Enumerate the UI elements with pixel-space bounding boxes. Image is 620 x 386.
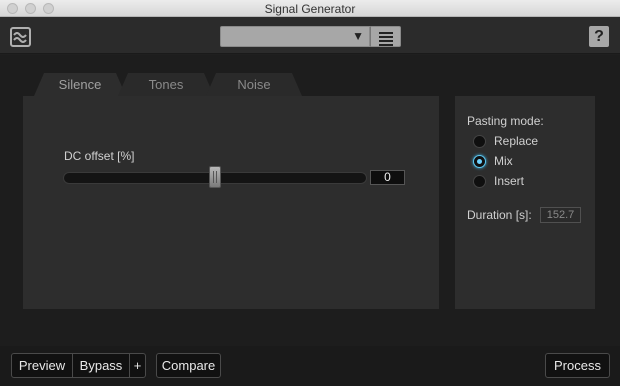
tab-noise[interactable]: Noise bbox=[206, 73, 302, 96]
radio-replace[interactable]: Replace bbox=[473, 134, 538, 148]
radio-button[interactable] bbox=[473, 134, 486, 148]
process-button[interactable]: Process bbox=[545, 353, 610, 378]
radio-label: Mix bbox=[494, 154, 513, 168]
pasting-mode-panel: Pasting mode: Replace Mix Insert Duratio… bbox=[455, 96, 595, 309]
preview-button[interactable]: Preview bbox=[11, 353, 73, 378]
duration-field[interactable]: 152.7 bbox=[540, 207, 581, 223]
preset-menu-button[interactable] bbox=[370, 26, 401, 47]
duration-label: Duration [s]: bbox=[467, 208, 532, 222]
radio-button[interactable] bbox=[473, 174, 486, 188]
radio-label: Replace bbox=[494, 134, 539, 148]
footer-bar: Preview Bypass + Compare Process bbox=[0, 346, 620, 386]
main-area: Silence Tones Noise DC offset [%] 0 Past… bbox=[0, 55, 620, 346]
pasting-mode-title: Pasting mode: bbox=[467, 114, 544, 128]
silence-panel: DC offset [%] 0 bbox=[23, 96, 439, 309]
compare-button[interactable]: Compare bbox=[156, 353, 221, 378]
dc-offset-value-field[interactable]: 0 bbox=[370, 170, 405, 185]
tab-silence[interactable]: Silence bbox=[34, 73, 126, 96]
bypass-options-button[interactable]: + bbox=[129, 353, 146, 378]
preset-dropdown[interactable]: ▼ bbox=[220, 26, 370, 47]
window-title: Signal Generator bbox=[264, 2, 356, 16]
window-titlebar: Signal Generator bbox=[0, 0, 620, 17]
chevron-down-icon: ▼ bbox=[352, 29, 364, 43]
help-button[interactable]: ? bbox=[589, 26, 609, 47]
dc-offset-slider-handle[interactable] bbox=[209, 166, 221, 188]
tab-tones[interactable]: Tones bbox=[118, 73, 214, 96]
grip-icon bbox=[213, 171, 217, 183]
bypass-button[interactable]: Bypass bbox=[72, 353, 130, 378]
dc-offset-label: DC offset [%] bbox=[64, 149, 135, 163]
radio-button-checked[interactable] bbox=[473, 154, 486, 168]
menu-list-icon bbox=[379, 32, 393, 48]
radio-mix[interactable]: Mix bbox=[473, 154, 513, 168]
waveform-logo-icon bbox=[10, 27, 31, 47]
radio-insert[interactable]: Insert bbox=[473, 174, 524, 188]
toolbar: ▼ ? bbox=[0, 17, 620, 54]
radio-label: Insert bbox=[494, 174, 525, 188]
